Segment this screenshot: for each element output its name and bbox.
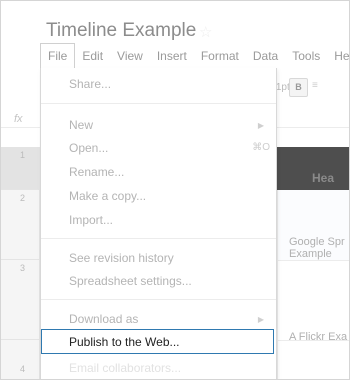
menu-item-download-as[interactable]: Download as (69, 312, 138, 326)
row-number-3[interactable]: 3 (0, 260, 40, 340)
menu-separator (41, 103, 276, 104)
menu-item-new[interactable]: New (69, 118, 93, 132)
publish-label: Publish to the Web... (69, 335, 180, 349)
menu-tools[interactable]: Tools (285, 43, 327, 69)
cell-row2-line1[interactable]: Google Spr (289, 236, 345, 248)
menu-insert[interactable]: Insert (150, 43, 194, 69)
menubar: File Edit View Insert Format Data Tools … (40, 43, 350, 69)
menu-separator (41, 238, 276, 239)
row-number-4[interactable]: 4 (0, 340, 40, 380)
submenu-arrow-icon: ▶ (257, 315, 264, 324)
menu-format[interactable]: Format (194, 43, 246, 69)
menu-item-publish-to-web[interactable]: Publish to the Web... (41, 329, 274, 354)
document-title[interactable]: Timeline Example (46, 20, 196, 42)
header-cell-text: Hea (312, 171, 335, 185)
menu-edit[interactable]: Edit (75, 43, 110, 69)
submenu-arrow-icon: ▶ (257, 121, 264, 130)
cell-row4[interactable]: A Flickr Exa (289, 331, 347, 343)
menu-separator (41, 299, 276, 300)
menu-file[interactable]: File (40, 43, 76, 69)
menu-item-import[interactable]: Import... (69, 213, 113, 227)
fx-icon: fx (14, 113, 23, 125)
menu-item-rename[interactable]: Rename... (69, 165, 124, 179)
open-shortcut: ⌘O (252, 142, 270, 153)
menu-item-spreadsheet-settings[interactable]: Spreadsheet settings... (69, 274, 192, 288)
file-menu: Share... New ▶ Open... ⌘O Rename... Make… (40, 68, 277, 380)
cell-row2-line2: Example (289, 248, 332, 260)
row-number-2[interactable]: 2 (0, 190, 40, 260)
menu-help[interactable]: He (327, 43, 350, 69)
menu-item-make-copy[interactable]: Make a copy... (69, 189, 146, 203)
menu-item-open[interactable]: Open... (69, 141, 108, 155)
row-number-1[interactable]: 1 (0, 147, 40, 190)
menu-view[interactable]: View (110, 43, 150, 69)
menu-data[interactable]: Data (246, 43, 285, 69)
menu-item-revision-history[interactable]: See revision history (69, 251, 174, 265)
align-icon[interactable]: ≡ (312, 80, 318, 91)
column-divider (277, 190, 278, 380)
star-icon[interactable]: ☆ (199, 23, 212, 41)
menu-item-share[interactable]: Share... (69, 77, 111, 91)
menu-item-email-collaborators[interactable]: Email collaborators... (69, 361, 181, 375)
bold-button[interactable]: B (289, 78, 308, 97)
spreadsheet-window: Timeline Example ☆ File Edit View Insert… (0, 0, 350, 380)
